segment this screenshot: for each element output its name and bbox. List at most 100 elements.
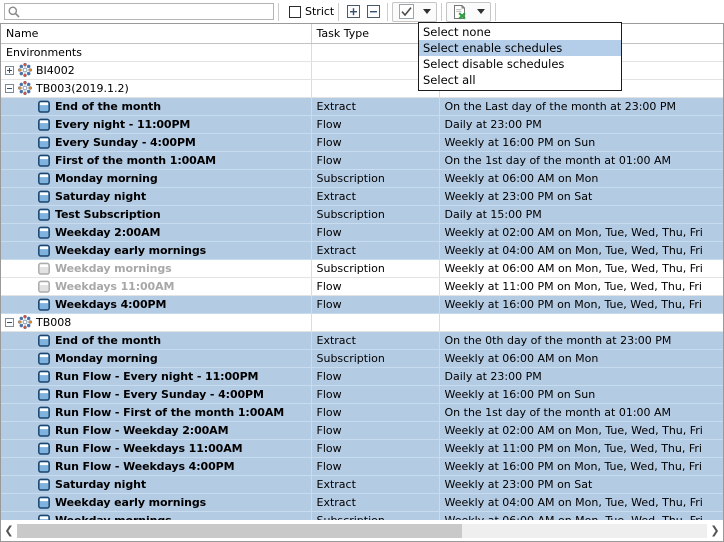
cell-name[interactable]: Weekdays 11:00AM (1, 277, 312, 296)
cell-task-type[interactable]: Flow (311, 457, 440, 476)
table-row[interactable]: Weekdays 4:00PM Flow Weekly at 16:00 PM on… (1, 295, 723, 314)
cell-task-type[interactable]: Subscription (311, 259, 440, 278)
search-box[interactable] (4, 3, 274, 20)
table-row[interactable]: Every night - 11:00PM Flow Daily at 23:00 … (1, 115, 723, 134)
cell-name[interactable]: Weekday early mornings (1, 493, 312, 512)
collapse-icon[interactable] (5, 317, 14, 327)
cell-name[interactable]: TB008 (1, 313, 312, 332)
export-split-button[interactable] (446, 1, 492, 22)
schedules-grid[interactable]: Name Task Type Environments BI4002 TB003(2… (0, 23, 724, 520)
cell-name[interactable]: Weekday mornings (1, 511, 312, 520)
expand-all-button[interactable] (343, 2, 363, 21)
cell-schedule[interactable]: On the Last day of the month at 23:00 PM (439, 97, 723, 116)
cell-name[interactable]: Run Flow - First of the month 1:00AM (1, 403, 312, 422)
cell-name[interactable]: Run Flow - Weekday 2:00AM (1, 421, 312, 440)
cell-task-type[interactable]: Flow (311, 439, 440, 458)
scroll-left-arrow[interactable]: ❮ (1, 521, 17, 541)
cell-schedule[interactable]: Weekly at 23:00 PM on Sat (439, 475, 723, 494)
cell-name[interactable]: Monday morning (1, 349, 312, 368)
table-row[interactable]: Run Flow - Weekdays 4:00PM Flow Weekly at … (1, 457, 723, 476)
cell-schedule[interactable]: Weekly at 02:00 AM on Mon, Tue, Wed, Thu… (439, 223, 723, 242)
cell-schedule[interactable]: Daily at 23:00 PM (439, 115, 723, 134)
cell-task-type[interactable]: Flow (311, 151, 440, 170)
cell-schedule[interactable]: Weekly at 04:00 AM on Mon, Tue, Wed, Thu… (439, 493, 723, 512)
table-row[interactable]: Weekdays 11:00AM Flow Weekly at 11:00 PM o… (1, 277, 723, 296)
cell-task-type[interactable]: Extract (311, 97, 440, 116)
table-row[interactable]: Monday morning Subscription Weekly at 06:0… (1, 169, 723, 188)
cell-schedule[interactable]: On the 0th day of the month at 23:00 PM (439, 331, 723, 350)
column-header-name[interactable]: Name (1, 24, 312, 44)
scrollbar-thumb[interactable] (17, 523, 463, 538)
cell-task-type[interactable]: Flow (311, 133, 440, 152)
cell-schedule[interactable]: On the 1st day of the month at 01:00 AM (439, 151, 723, 170)
cell-task-type[interactable]: Subscription (311, 349, 440, 368)
cell-task-type[interactable]: Flow (311, 223, 440, 242)
table-row[interactable]: Run Flow - Weekday 2:00AM Flow Weekly at 0… (1, 421, 723, 440)
cell-name[interactable]: BI4002 (1, 61, 312, 80)
scrollbar-track[interactable] (17, 523, 707, 538)
cell-name[interactable]: Every Sunday - 4:00PM (1, 133, 312, 152)
cell-schedule[interactable]: Weekly at 06:00 AM on Mon, Tue, Wed, Thu… (439, 511, 723, 520)
cell-schedule[interactable]: Weekly at 11:00 PM on Mon, Tue, Wed, Thu… (439, 277, 723, 296)
cell-name[interactable]: Weekdays 4:00PM (1, 295, 312, 314)
cell-schedule[interactable]: Weekly at 02:00 AM on Mon, Tue, Wed, Thu… (439, 421, 723, 440)
cell-schedule[interactable] (439, 313, 723, 332)
table-row[interactable]: Weekday early mornings Extract Weekly at 0… (1, 241, 723, 260)
cell-task-type[interactable]: Flow (311, 367, 440, 386)
table-row[interactable]: Run Flow - First of the month 1:00AM Flow… (1, 403, 723, 422)
horizontal-scrollbar[interactable]: ❮ ❯ (0, 520, 724, 542)
cell-schedule[interactable]: On the 1st day of the month at 01:00 AM (439, 403, 723, 422)
cell-task-type[interactable]: Subscription (311, 511, 440, 520)
cell-task-type[interactable] (311, 313, 440, 332)
table-row[interactable]: Saturday night Extract Weekly at 23:00 PM … (1, 475, 723, 494)
select-schedules-menu[interactable]: Select none Select enable schedules Select… (418, 22, 622, 91)
menu-item-select-none[interactable]: Select none (419, 24, 621, 40)
cell-task-type[interactable]: Subscription (311, 205, 440, 224)
menu-item-select-enable-schedules[interactable]: Select enable schedules (419, 40, 621, 56)
cell-task-type[interactable]: Flow (311, 277, 440, 296)
cell-schedule[interactable]: Weekly at 04:00 AM on Mon, Tue, Wed, Thu… (439, 241, 723, 260)
table-row[interactable]: First of the month 1:00AM Flow On the 1st … (1, 151, 723, 170)
cell-name[interactable]: Run Flow - Every night - 11:00PM (1, 367, 312, 386)
cell-name[interactable]: Weekday early mornings (1, 241, 312, 260)
cell-name[interactable]: First of the month 1:00AM (1, 151, 312, 170)
strict-checkbox[interactable] (289, 5, 301, 18)
cell-schedule[interactable]: Daily at 15:00 PM (439, 205, 723, 224)
export-dropdown-arrow[interactable] (472, 3, 489, 21)
table-row[interactable]: Weekday mornings Subscription Weekly at 06… (1, 511, 723, 520)
export-button[interactable] (448, 3, 472, 21)
cell-task-type[interactable]: Flow (311, 385, 440, 404)
cell-name[interactable]: Saturday night (1, 475, 312, 494)
cell-schedule[interactable]: Weekly at 16:00 PM on Sun (439, 133, 723, 152)
menu-item-select-disable-schedules[interactable]: Select disable schedules (419, 56, 621, 72)
cell-task-type[interactable]: Extract (311, 331, 440, 350)
cell-name[interactable]: Run Flow - Weekdays 4:00PM (1, 457, 312, 476)
cell-schedule[interactable]: Weekly at 06:00 AM on Mon (439, 349, 723, 368)
collapse-all-button[interactable] (363, 2, 383, 21)
cell-schedule[interactable]: Weekly at 16:00 PM on Sun (439, 385, 723, 404)
table-row[interactable]: Run Flow - Weekdays 11:00AM Flow Weekly at… (1, 439, 723, 458)
cell-name[interactable]: Environments (1, 43, 312, 62)
cell-name[interactable]: TB003(2019.1.2) (1, 79, 312, 98)
cell-schedule[interactable]: Weekly at 23:00 PM on Sat (439, 187, 723, 206)
cell-schedule[interactable]: Weekly at 16:00 PM on Mon, Tue, Wed, Thu… (439, 457, 723, 476)
cell-task-type[interactable]: Extract (311, 475, 440, 494)
tree-group-row[interactable]: TB008 (1, 313, 723, 332)
cell-schedule[interactable]: Weekly at 06:00 AM on Mon (439, 169, 723, 188)
table-row[interactable]: Weekday early mornings Extract Weekly at 0… (1, 493, 723, 512)
cell-name[interactable]: Run Flow - Every Sunday - 4:00PM (1, 385, 312, 404)
table-row[interactable]: Run Flow - Every night - 11:00PM Flow Dail… (1, 367, 723, 386)
table-row[interactable]: Weekday mornings Subscription Weekly at 06… (1, 259, 723, 278)
table-row[interactable]: Every Sunday - 4:00PM Flow Weekly at 16:00… (1, 133, 723, 152)
table-row[interactable]: Test Subscription Subscription Daily at 15… (1, 205, 723, 224)
cell-task-type[interactable]: Extract (311, 241, 440, 260)
cell-task-type[interactable]: Flow (311, 295, 440, 314)
select-schedules-split-button[interactable] (392, 1, 438, 22)
cell-task-type[interactable]: Extract (311, 187, 440, 206)
cell-task-type[interactable]: Subscription (311, 169, 440, 188)
scroll-right-arrow[interactable]: ❯ (707, 521, 723, 541)
table-row[interactable]: Saturday night Extract Weekly at 23:00 PM … (1, 187, 723, 206)
cell-schedule[interactable]: Weekly at 11:00 PM on Mon, Tue, Wed, Thu… (439, 439, 723, 458)
strict-checkbox-group[interactable]: Strict (289, 5, 334, 18)
table-row[interactable]: Weekday 2:00AM Flow Weekly at 02:00 AM on … (1, 223, 723, 242)
